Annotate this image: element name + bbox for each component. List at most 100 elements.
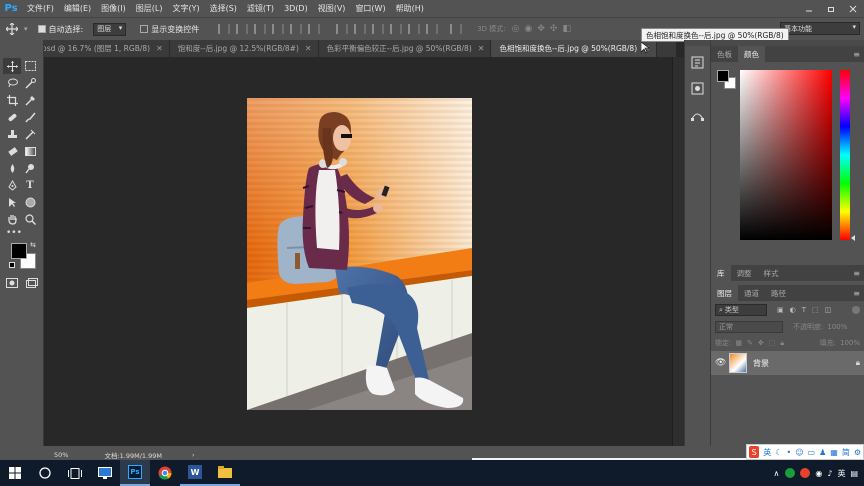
quick-select-tool-icon[interactable] — [21, 75, 39, 91]
blend-mode-dropdown[interactable]: 正常 — [715, 321, 783, 333]
auto-select-dropdown[interactable]: 图层 — [93, 22, 127, 36]
screen-mode-icon[interactable] — [26, 278, 38, 290]
zoom-level[interactable]: 50% — [54, 451, 68, 459]
lock-transparent-icon[interactable]: ▦ — [735, 339, 742, 348]
lock-position-icon[interactable]: ✥ — [758, 339, 764, 348]
brush-tool-icon[interactable] — [21, 109, 39, 125]
remote-desktop-icon[interactable] — [90, 460, 120, 486]
document-photo[interactable] — [247, 98, 472, 410]
lasso-tool-icon[interactable] — [3, 75, 21, 91]
tab-color[interactable]: 颜色 — [738, 46, 765, 62]
tray-ime-language[interactable]: 英 — [837, 468, 845, 479]
tab-close-icon[interactable]: ✕ — [156, 44, 163, 53]
menu-edit[interactable]: 编辑(E) — [59, 3, 96, 14]
document-tab[interactable]: 08.psd @ 16.7% (图层 1, RGB/8) ✕ — [22, 40, 170, 57]
clone-stamp-tool-icon[interactable] — [3, 126, 21, 142]
tab-styles[interactable]: 样式 — [758, 265, 785, 281]
tray-ime-icon[interactable] — [800, 468, 811, 478]
filter-shape-icon[interactable]: ⬚ — [812, 306, 819, 314]
sogou-logo-icon[interactable]: S — [749, 446, 760, 458]
swap-colors-icon[interactable]: ⇆ — [30, 241, 36, 249]
move-tool-icon[interactable] — [3, 58, 21, 74]
pen-tool-icon[interactable] — [3, 177, 21, 193]
blur-tool-icon[interactable] — [3, 160, 21, 176]
move-tool-preset-icon[interactable] — [0, 23, 24, 35]
menu-file[interactable]: 文件(F) — [22, 3, 59, 14]
opacity-value[interactable]: 100% — [827, 323, 847, 331]
tray-app-icon[interactable] — [785, 468, 796, 478]
menu-image[interactable]: 图像(I) — [96, 3, 131, 14]
tray-chevron-icon[interactable]: ∧ — [773, 469, 779, 478]
minimize-icon[interactable] — [798, 0, 820, 17]
panel-menu-icon[interactable]: ≡ — [853, 269, 860, 278]
filter-type-icon[interactable]: T — [802, 306, 806, 314]
gradient-tool-icon[interactable] — [21, 143, 39, 159]
color-picker-field[interactable] — [740, 70, 832, 240]
filter-adjustment-icon[interactable]: ◐ — [790, 306, 796, 314]
filter-smart-icon[interactable]: ◫ — [825, 306, 832, 314]
crop-tool-icon[interactable] — [3, 92, 21, 108]
type-tool-icon[interactable]: T — [21, 177, 39, 193]
ime-language[interactable]: 英 — [763, 447, 771, 458]
menu-select[interactable]: 选择(S) — [205, 3, 242, 14]
file-explorer-icon[interactable] — [210, 460, 240, 486]
task-view-icon[interactable] — [60, 460, 90, 486]
tab-channels[interactable]: 通道 — [738, 285, 765, 301]
distribute-hcenter-icon[interactable] — [408, 24, 421, 34]
filter-pixel-icon[interactable]: ▣ — [777, 306, 784, 314]
hue-slider[interactable] — [840, 70, 850, 240]
lock-all-icon[interactable]: 🔒︎ — [780, 339, 784, 348]
word-icon[interactable]: W — [180, 460, 210, 486]
color-panel-foreground-swatch-top[interactable] — [717, 70, 729, 82]
workspace-dropdown[interactable]: 基本功能 — [780, 22, 860, 35]
3d-pan-icon[interactable]: ✥ — [537, 24, 545, 34]
tab-swatches[interactable]: 色板 — [711, 46, 738, 62]
healing-brush-tool-icon[interactable] — [3, 109, 21, 125]
menu-view[interactable]: 视图(V) — [313, 3, 351, 14]
history-brush-tool-icon[interactable] — [21, 126, 39, 142]
skin-icon[interactable]: ♟ — [819, 448, 826, 457]
paths-panel-icon[interactable] — [691, 108, 704, 123]
distribute-left-icon[interactable] — [390, 24, 403, 34]
quick-mask-icon[interactable] — [6, 278, 18, 290]
document-tab-active[interactable]: 色相饱和度换色--后.jpg @ 50%(RGB/8) ✕ — [491, 40, 657, 57]
auto-align-icon[interactable] — [450, 24, 463, 34]
tab-close-icon[interactable]: ✕ — [478, 44, 485, 53]
chrome-icon[interactable] — [150, 460, 180, 486]
document-tab[interactable]: 色彩平衡偏色较正--后.jpg @ 50%(RGB/8) ✕ — [319, 40, 492, 57]
distribute-top-icon[interactable] — [336, 24, 349, 34]
properties-panel-icon[interactable] — [691, 82, 704, 97]
tab-paths[interactable]: 路径 — [765, 285, 792, 301]
hue-slider-handle[interactable] — [851, 235, 855, 241]
foreground-color-swatch-top[interactable] — [11, 243, 27, 259]
path-select-tool-icon[interactable] — [3, 194, 21, 210]
tray-volume-icon[interactable]: ♪ — [827, 469, 832, 478]
layer-row[interactable]: 👁︎ 背景 🔒︎ — [711, 351, 864, 375]
restore-icon[interactable] — [820, 0, 842, 17]
distribute-bottom-icon[interactable] — [372, 24, 385, 34]
3d-scale-icon[interactable]: ◧ — [562, 24, 571, 34]
distribute-right-icon[interactable] — [426, 24, 439, 34]
menu-help[interactable]: 帮助(H) — [391, 3, 429, 14]
align-right-icon[interactable] — [308, 24, 321, 34]
3d-roll-icon[interactable]: ◉ — [525, 24, 533, 34]
grid-icon[interactable]: ▦ — [830, 448, 838, 457]
simplified-icon[interactable]: 简 — [842, 447, 850, 458]
eye-icon[interactable]: 👁︎ — [715, 358, 729, 368]
lock-artboard-icon[interactable]: ⬚ — [769, 339, 776, 348]
settings-icon[interactable]: ⚙ — [854, 448, 861, 457]
notification-icon[interactable]: ▤ — [850, 469, 858, 478]
panel-menu-icon[interactable]: ≡ — [853, 50, 860, 59]
align-bottom-icon[interactable] — [254, 24, 267, 34]
menu-filter[interactable]: 滤镜(T) — [242, 3, 279, 14]
fill-value[interactable]: 100% — [840, 339, 860, 347]
zoom-tool-icon[interactable] — [21, 211, 39, 227]
canvas-vertical-scrollbar[interactable] — [672, 57, 684, 446]
align-hcenter-icon[interactable] — [290, 24, 303, 34]
document-tab[interactable]: 饱和度--后.jpg @ 12.5%(RGB/8#) ✕ — [170, 40, 319, 57]
menu-window[interactable]: 窗口(W) — [350, 3, 390, 14]
tab-adjustments[interactable]: 调整 — [731, 265, 758, 281]
layer-name[interactable]: 背景 — [753, 358, 769, 369]
align-left-icon[interactable] — [272, 24, 285, 34]
windows-start-icon[interactable] — [0, 460, 30, 486]
